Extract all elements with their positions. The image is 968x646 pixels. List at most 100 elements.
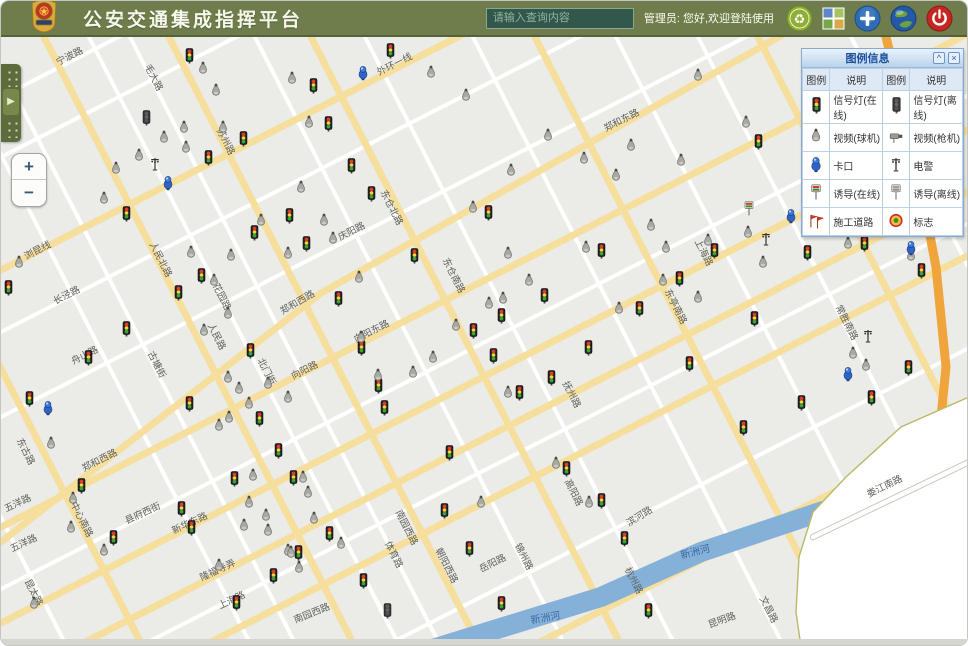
traffic-signal-online-icon[interactable] [585, 341, 592, 356]
traffic-signal-online-icon[interactable] [186, 49, 193, 64]
traffic-signal-online-icon[interactable] [198, 269, 205, 284]
traffic-signal-online-icon[interactable] [548, 371, 555, 386]
layers-grid-button[interactable] [822, 7, 845, 30]
traffic-signal-online-icon[interactable] [233, 596, 240, 611]
legend-titlebar[interactable]: 图例信息 ^ × [802, 49, 963, 68]
traffic-signal-online-icon[interactable] [326, 527, 333, 542]
traffic-signal-online-icon[interactable] [205, 151, 212, 166]
legend-collapse-button[interactable]: ^ [933, 52, 945, 64]
traffic-signal-online-icon[interactable] [175, 286, 182, 301]
traffic-signal-online-icon[interactable] [711, 244, 718, 259]
traffic-signal-online-icon[interactable] [368, 187, 375, 202]
zoom-out-button[interactable]: − [12, 179, 46, 204]
traffic-signal-offline-icon[interactable] [384, 604, 391, 619]
traffic-signal-online-icon[interactable] [26, 392, 33, 407]
traffic-signal-online-icon[interactable] [470, 324, 477, 339]
traffic-signal-online-icon[interactable] [490, 349, 497, 364]
traffic-signal-online-icon[interactable] [804, 246, 811, 261]
page-title: 公安交通集成指挥平台 [83, 5, 303, 32]
traffic-signal-online-icon[interactable] [598, 244, 605, 259]
traffic-signal-online-icon[interactable] [541, 289, 548, 304]
traffic-signal-online-icon[interactable] [286, 209, 293, 224]
search-input[interactable] [486, 8, 634, 29]
recycle-refresh-button[interactable]: ♻ [786, 5, 813, 32]
legend-table: 图例说明图例说明 信号灯(在线)信号灯(离线)视频(球机)视频(枪机)卡口电警诱… [802, 68, 963, 236]
legend-label: 诱导(在线) [830, 180, 883, 208]
legend-close-button[interactable]: × [948, 52, 960, 64]
svg-text:♻: ♻ [794, 11, 806, 26]
legend-label: 信号灯(离线) [910, 91, 963, 124]
traffic-signal-online-icon[interactable] [861, 237, 868, 252]
traffic-signal-online-icon[interactable] [256, 412, 263, 427]
plus-icon [854, 5, 881, 32]
traffic-signal-online-icon[interactable] [178, 502, 185, 517]
grip-dots [5, 67, 18, 87]
traffic-signal-online-icon[interactable] [563, 462, 570, 477]
traffic-signal-online-icon[interactable] [78, 479, 85, 494]
legend-header-row: 图例说明图例说明 [803, 69, 963, 91]
traffic-signal-online-icon[interactable] [751, 312, 758, 327]
traffic-signal-online-icon[interactable] [85, 351, 92, 366]
traffic-signal-online-icon[interactable] [303, 237, 310, 252]
legend-row: 施工道路标志 [803, 208, 963, 236]
traffic-signal-online-icon[interactable] [123, 322, 130, 337]
traffic-signal-online-icon[interactable] [446, 446, 453, 461]
traffic-signal-online-icon[interactable] [686, 357, 693, 372]
traffic-signal-online-icon[interactable] [360, 574, 367, 589]
traffic-signal-online-icon[interactable] [270, 569, 277, 584]
traffic-signal-online-icon[interactable] [381, 401, 388, 416]
traffic-signal-online-icon[interactable] [411, 249, 418, 264]
traffic-signal-online-icon[interactable] [645, 604, 652, 619]
traffic-signal-online-icon[interactable] [5, 281, 12, 296]
traffic-signal-online-icon[interactable] [798, 396, 805, 411]
traffic-signal-online-icon[interactable] [110, 531, 117, 546]
traffic-signal-online-icon[interactable] [387, 44, 394, 59]
traffic-signal-online-icon[interactable] [188, 521, 195, 536]
map-globe-button[interactable] [890, 5, 917, 32]
logout-power-button[interactable] [926, 5, 953, 32]
legend-title: 图例信息 [802, 50, 933, 66]
traffic-signal-online-icon[interactable] [498, 309, 505, 324]
traffic-signal-online-icon[interactable] [485, 206, 492, 221]
legend-row: 视频(球机)视频(枪机) [803, 124, 963, 152]
traffic-signal-online-icon[interactable] [325, 117, 332, 132]
traffic-signal-online-icon[interactable] [621, 532, 628, 547]
side-panel-toggle[interactable]: ▶ [1, 64, 21, 142]
traffic-signal-online-icon[interactable] [918, 264, 925, 279]
traffic-signal-online-icon[interactable] [348, 159, 355, 174]
traffic-signal-online-icon[interactable] [441, 504, 448, 519]
traffic-signal-online-icon[interactable] [240, 132, 247, 147]
app-window: 公安交通集成指挥平台 管理员: 您好,欢迎登陆使用 ♻ [0, 0, 968, 646]
legend-label: 视频(球机) [830, 124, 883, 152]
legend-icon-tloff [882, 91, 909, 124]
traffic-signal-online-icon[interactable] [310, 79, 317, 94]
traffic-signal-online-icon[interactable] [375, 379, 382, 394]
traffic-signal-offline-icon[interactable] [143, 111, 150, 126]
traffic-signal-online-icon[interactable] [498, 597, 505, 612]
traffic-signal-online-icon[interactable] [290, 471, 297, 486]
traffic-signal-online-icon[interactable] [905, 361, 912, 376]
traffic-signal-online-icon[interactable] [755, 135, 762, 150]
traffic-signal-online-icon[interactable] [251, 226, 258, 241]
traffic-signal-online-icon[interactable] [335, 292, 342, 307]
traffic-signal-online-icon[interactable] [598, 494, 605, 509]
traffic-signal-online-icon[interactable] [231, 472, 238, 487]
traffic-signal-online-icon[interactable] [740, 421, 747, 436]
traffic-signal-online-icon[interactable] [676, 272, 683, 287]
legend-column-header: 图例 [882, 69, 909, 91]
add-plus-button[interactable] [854, 5, 881, 32]
traffic-signal-online-icon[interactable] [636, 302, 643, 317]
zoom-in-button[interactable]: + [12, 154, 46, 179]
traffic-signal-online-icon[interactable] [186, 397, 193, 412]
traffic-signal-online-icon[interactable] [466, 542, 473, 557]
traffic-signal-online-icon[interactable] [247, 344, 254, 359]
traffic-signal-online-icon[interactable] [516, 386, 523, 401]
traffic-signal-online-icon[interactable] [358, 341, 365, 356]
traffic-signal-online-icon[interactable] [295, 546, 302, 561]
admin-welcome-text: 管理员: 您好,欢迎登陆使用 [644, 10, 774, 26]
legend-icon-cam [803, 124, 830, 152]
expand-arrow-icon[interactable]: ▶ [3, 89, 19, 115]
traffic-signal-online-icon[interactable] [868, 391, 875, 406]
traffic-signal-online-icon[interactable] [123, 207, 130, 222]
traffic-signal-online-icon[interactable] [275, 444, 282, 459]
